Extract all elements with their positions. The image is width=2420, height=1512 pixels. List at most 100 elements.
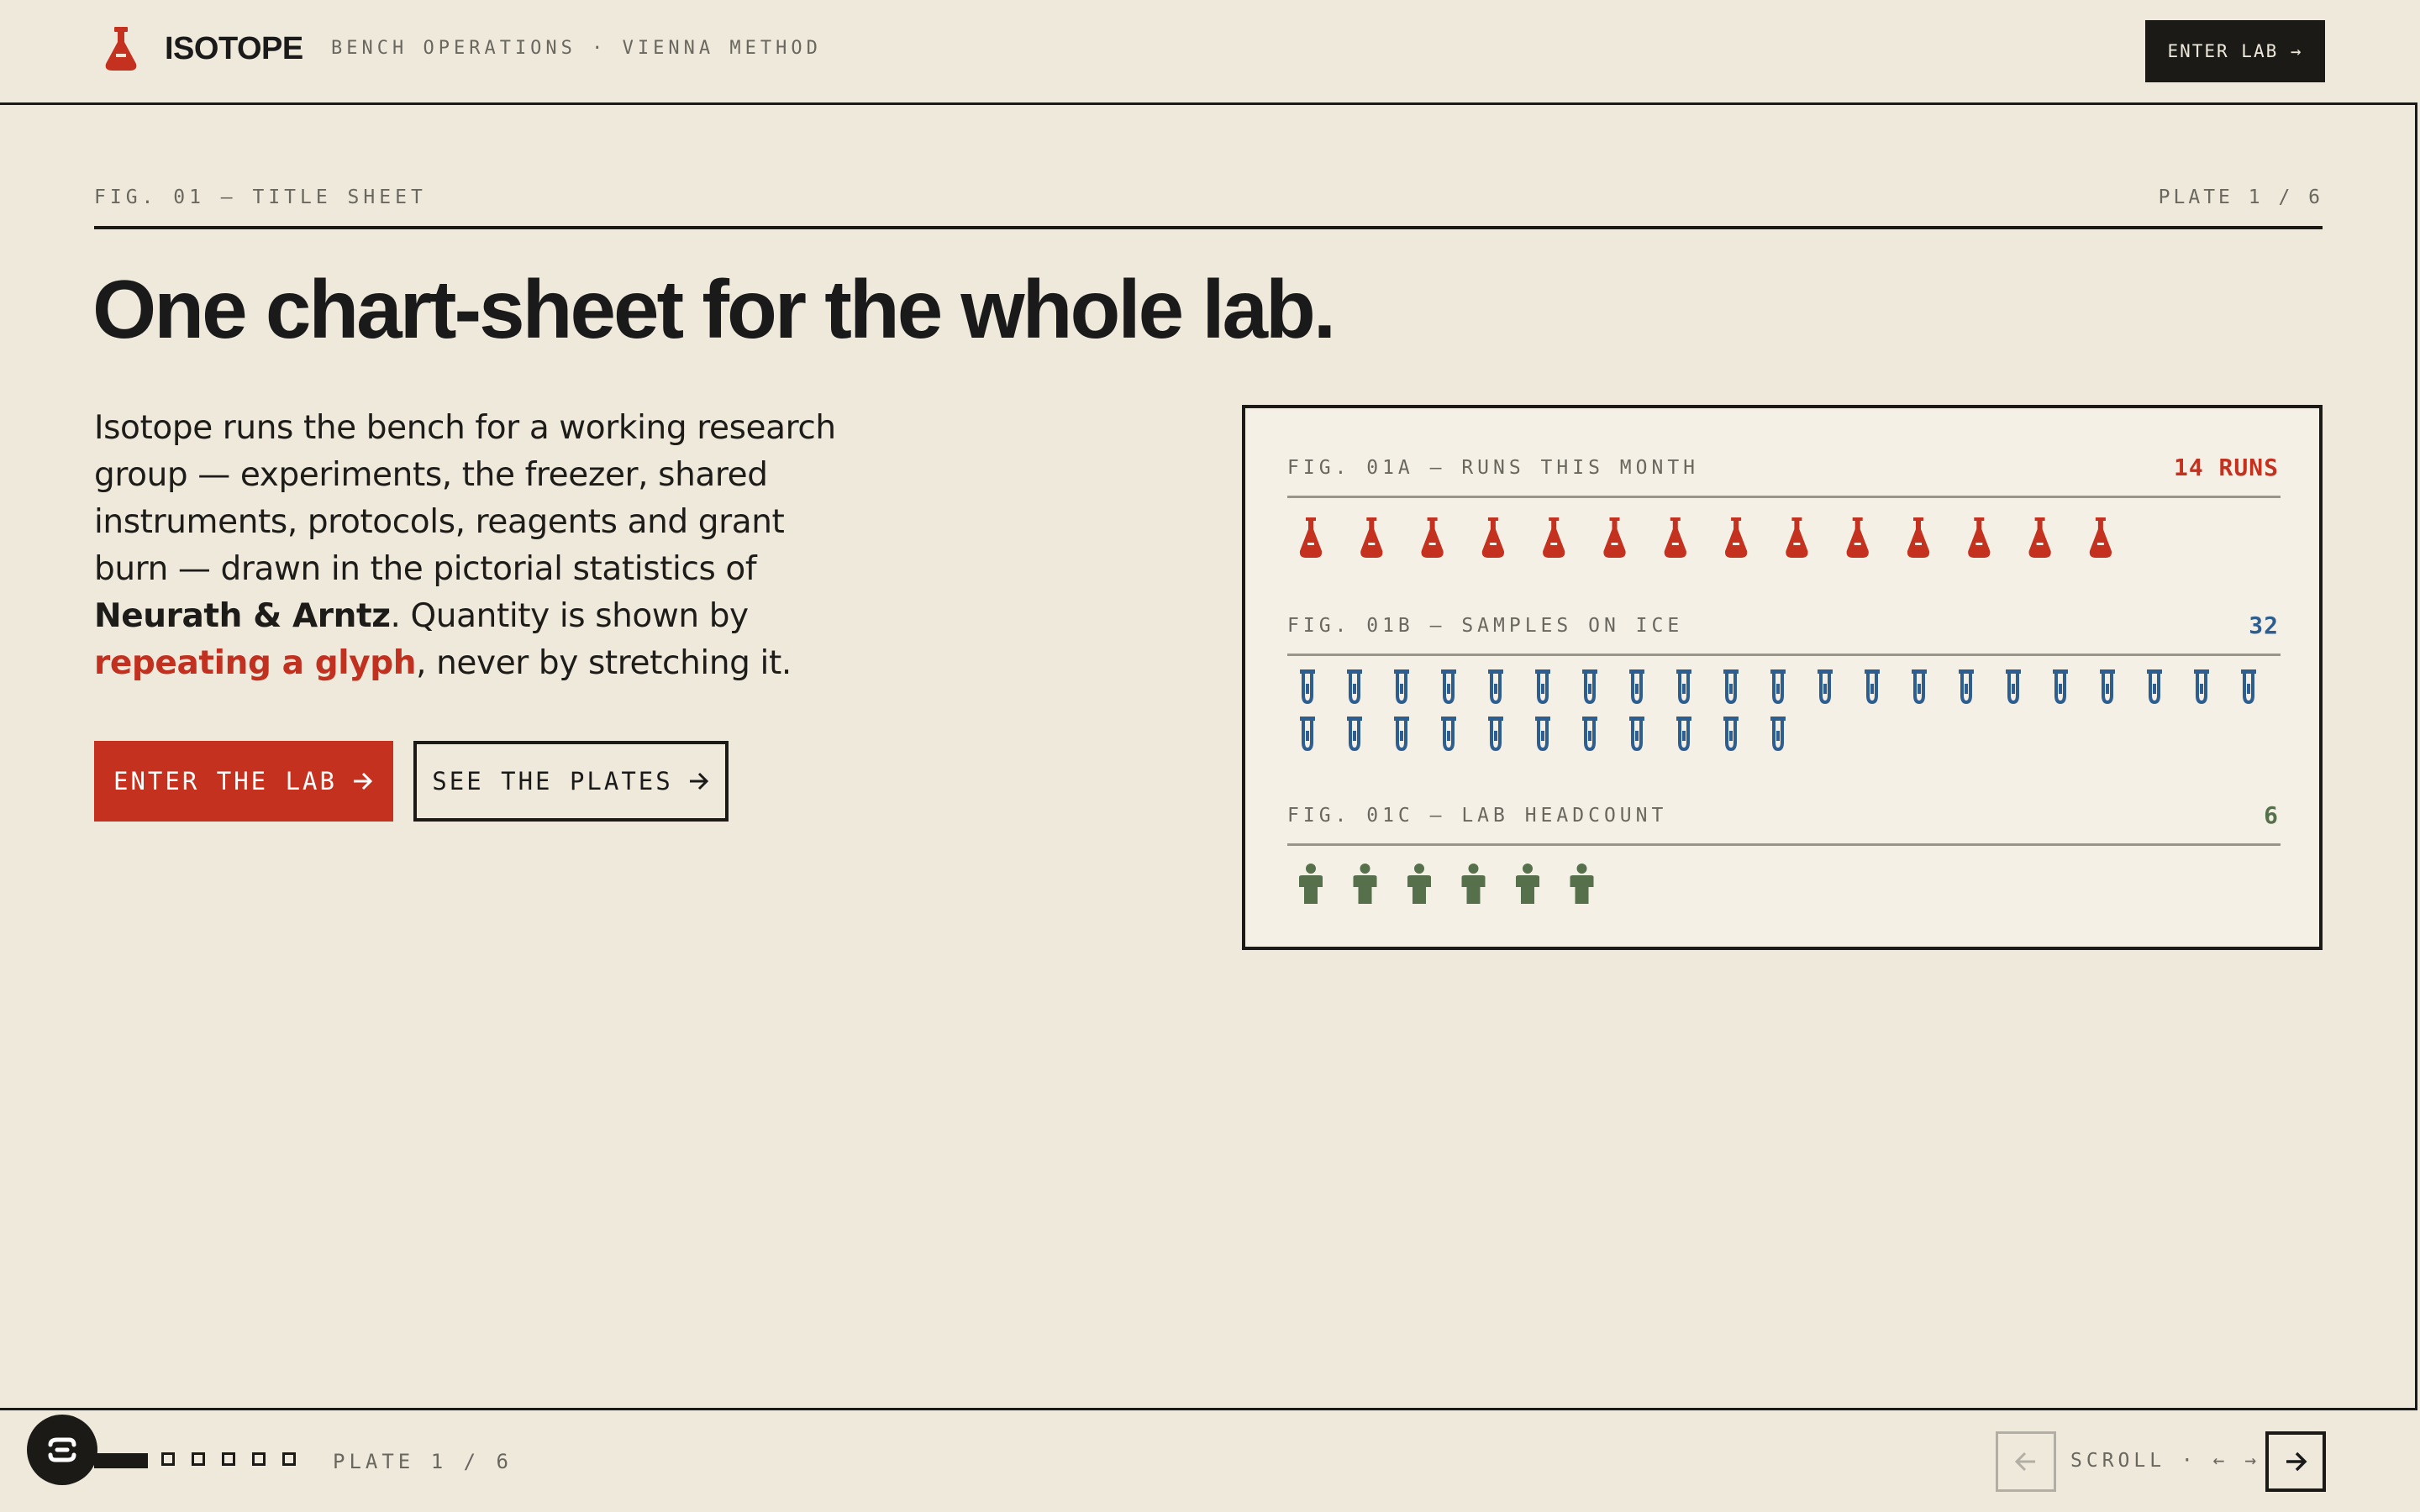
chart-value-headcount: 6 [2264,801,2279,829]
test-tube-icon [1959,669,1974,705]
test-tube-icon [1912,669,1927,705]
test-tube-icon [1488,717,1503,752]
chart-title-samples: FIG. 01B — SAMPLES ON ICE [1287,615,1684,637]
test-tube-icon [2100,669,2115,705]
top-bar: ISOTOPE BENCH OPERATIONS · VIENNA METHOD… [0,0,2420,102]
help-chat-button[interactable] [27,1415,97,1485]
test-tube-icon [1347,669,1362,705]
flask-icon [1603,517,1626,558]
flask-icon [1907,517,1930,558]
test-tube-icon [1818,669,1833,705]
test-tube-icon [2194,669,2209,705]
intro-text-3: , never by stretching it. [416,644,792,682]
see-the-plates-label: SEE THE PLATES [432,767,673,795]
brand-name[interactable]: ISOTOPE [165,29,303,69]
flask-icon [1664,517,1686,558]
test-tube-icon [1300,717,1315,752]
test-tube-icon [1582,669,1597,705]
flask-icon [1360,517,1383,558]
arrow-left-icon [2014,1452,2035,1472]
plate-counter: PLATE 1 / 6 [2158,186,2323,208]
pictogram-person-svg [1299,864,1594,904]
person-icon [1516,864,1539,904]
progress-current-plate[interactable] [94,1453,148,1468]
arrow-right-icon [2286,1452,2307,1472]
test-tube-icon [1770,669,1786,705]
previous-plate-button[interactable] [1996,1431,2056,1492]
enter-the-lab-label: ENTER THE LAB [113,767,337,795]
test-tube-icon [1441,717,1456,752]
test-tube-icon [2006,669,2021,705]
page-title: One chart-sheet for the whole lab. [92,263,1336,355]
intro-paragraph: Isotope runs the bench for a working res… [94,405,867,687]
chart-title-headcount: FIG. 01C — LAB HEADCOUNT [1287,805,1668,827]
intro-accent: repeating a glyph [94,644,417,682]
flask-icon [1299,517,1323,558]
progress-plate-3[interactable] [192,1452,205,1466]
chart-rule-headcount [1287,843,2281,846]
next-plate-button[interactable] [2265,1431,2326,1492]
flask-icon [1543,517,1565,558]
chart-rule-runs [1287,496,2281,498]
intro-bold: Neurath & Arntz [94,597,391,635]
flask-icon [2028,517,2051,558]
test-tube-icon [2053,669,2068,705]
person-icon [1299,864,1323,904]
tagline: BENCH OPERATIONS · VIENNA METHOD [331,38,822,59]
figure-label: FIG. 01 — TITLE SHEET [94,186,427,208]
chart-title-runs: FIG. 01A — RUNS THIS MONTH [1287,457,1700,479]
test-tube-icon [1535,717,1550,752]
scroll-hint: SCROLL · ← → [2070,1450,2261,1472]
test-tube-icon [2241,669,2256,705]
runs-glyph-row [1287,517,2281,568]
test-tube-icon [1582,717,1597,752]
intro-text-1: Isotope runs the bench for a working res… [94,409,836,588]
person-icon [1461,864,1486,904]
test-tube-icon [1300,669,1315,705]
test-tube-icon [1535,669,1550,705]
flask-icon [1421,517,1444,558]
chart-value-samples: 32 [2249,612,2279,639]
flask-icon [1846,517,1869,558]
intro-text-2: . Quantity is shown by [390,597,750,635]
test-tube-icon [1865,669,1880,705]
progress-plate-6[interactable] [282,1452,296,1466]
enter-lab-button[interactable]: ENTER LAB → [2145,20,2325,82]
footer-plate-counter: PLATE 1 / 6 [333,1450,513,1473]
pictogram-test-tube-svg [1300,669,2256,752]
test-tube-icon [1676,717,1691,752]
test-tube-icon [1629,717,1644,752]
test-tube-icon [1441,669,1456,705]
flask-icon [2089,517,2112,558]
arrow-right-icon [689,772,708,790]
test-tube-icon [1629,669,1644,705]
test-tube-icon [1488,669,1503,705]
person-icon [1570,864,1594,904]
flask-icon [1786,517,1808,558]
flask-icon [1724,517,1748,558]
progress-plate-2[interactable] [161,1452,175,1466]
flask-logo-icon[interactable] [103,25,139,72]
pictogram-chart-panel: FIG. 01A — RUNS THIS MONTH 14 RUNS FIG. … [1242,405,2323,950]
test-tube-icon [1394,717,1409,752]
test-tube-icon [1723,669,1739,705]
test-tube-icon [1347,717,1362,752]
chart-value-runs: 14 RUNS [2173,454,2279,481]
samples-glyph-row [1287,669,2281,763]
title-rule [94,226,2323,229]
test-tube-icon [1394,669,1409,705]
test-tube-icon [1723,717,1739,752]
test-tube-icon [1770,717,1786,752]
progress-plate-5[interactable] [252,1452,266,1466]
see-the-plates-button[interactable]: SEE THE PLATES [413,741,729,822]
test-tube-icon [1676,669,1691,705]
flask-icon [1481,517,1505,558]
test-tube-icon [2147,669,2162,705]
arrow-right-icon [353,772,373,790]
headcount-glyph-row [1287,864,2281,914]
chat-bubble-icon [48,1437,76,1462]
pictogram-flask-svg [1299,517,2112,558]
progress-plate-4[interactable] [222,1452,235,1466]
chart-rule-samples [1287,654,2281,656]
enter-the-lab-button[interactable]: ENTER THE LAB [94,741,393,822]
